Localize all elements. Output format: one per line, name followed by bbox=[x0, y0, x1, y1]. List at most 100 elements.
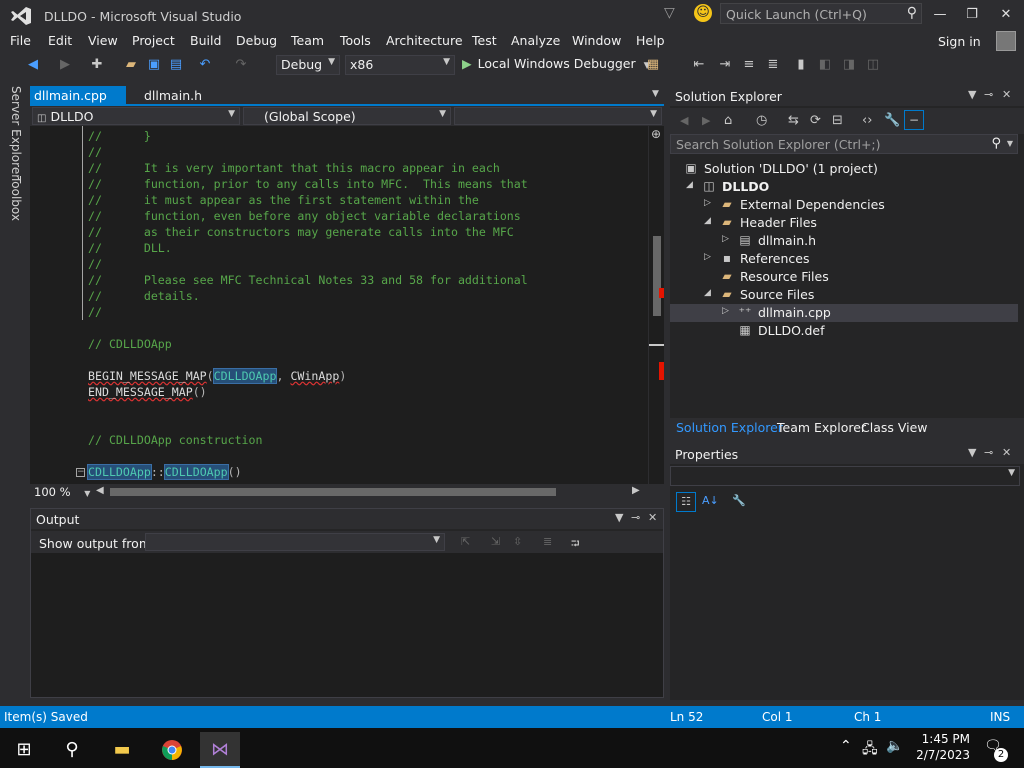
tree-item[interactable]: ▦ DLLDO.def bbox=[670, 322, 1018, 340]
property-pages-icon[interactable]: 🔧 bbox=[732, 494, 746, 507]
scroll-thumb[interactable] bbox=[653, 236, 661, 316]
tab-dllmain-h[interactable]: dllmain.h bbox=[140, 86, 206, 106]
sign-in-link[interactable]: Sign in bbox=[938, 34, 981, 49]
save-icon[interactable]: ▣ bbox=[145, 56, 163, 74]
windows-start-icon[interactable]: ⊞ bbox=[4, 732, 44, 768]
global-scope-select[interactable]: (Global Scope) ▼ bbox=[243, 107, 451, 125]
indent-icon[interactable]: ⇥ bbox=[716, 56, 734, 74]
tree-item[interactable]: ▣ Solution 'DLLDO' (1 project) bbox=[670, 160, 1018, 178]
alphabetical-icon[interactable]: A↓ bbox=[702, 494, 719, 507]
code-line[interactable]: // It is very important that this macro … bbox=[88, 160, 648, 176]
member-select[interactable]: ▼ bbox=[454, 107, 662, 125]
expanded-arrow-icon[interactable]: ◢ bbox=[686, 180, 693, 190]
uncomment-icon[interactable]: ≣ bbox=[764, 56, 782, 74]
collapse-outline-icon[interactable]: − bbox=[76, 468, 85, 477]
refresh-icon[interactable]: ⟳ bbox=[810, 113, 821, 128]
find-in-files-icon[interactable]: ▦ bbox=[644, 56, 662, 74]
tree-item[interactable]: ◢ ▰ Header Files bbox=[670, 214, 1018, 232]
step-toolbar-icon[interactable]: ⇤ bbox=[690, 56, 708, 74]
home-icon[interactable]: ⌂ bbox=[724, 113, 732, 128]
window-position-dropdown-icon[interactable]: ▼ bbox=[615, 511, 623, 524]
code-text[interactable]: // } // // It is very important that this … bbox=[87, 128, 648, 480]
menu-project[interactable]: Project bbox=[132, 33, 175, 48]
network-icon[interactable]: 🖧 bbox=[862, 738, 878, 762]
chrome-icon[interactable] bbox=[152, 732, 192, 768]
tab-team-explorer[interactable]: Team Explorer bbox=[777, 420, 866, 435]
code-line[interactable]: // function, prior to any calls into MFC… bbox=[88, 176, 648, 192]
code-line[interactable]: // DLL. bbox=[88, 240, 648, 256]
menu-tools[interactable]: Tools bbox=[340, 33, 371, 48]
code-line[interactable] bbox=[88, 416, 648, 432]
code-line[interactable]: // bbox=[88, 256, 648, 272]
clear-bookmarks-icon[interactable]: ◫ bbox=[864, 56, 882, 74]
bookmark-icon[interactable]: ▮ bbox=[792, 56, 810, 74]
comment-icon[interactable]: ≡ bbox=[740, 56, 758, 74]
navigate-back-icon[interactable]: ◀ bbox=[24, 56, 42, 74]
code-line[interactable]: // Please see MFC Technical Notes 33 and… bbox=[88, 272, 648, 288]
code-line[interactable] bbox=[88, 448, 648, 464]
restore-button[interactable]: ❐ bbox=[958, 4, 986, 26]
show-hidden-icons-icon[interactable]: ⌃ bbox=[840, 738, 852, 754]
menu-window[interactable]: Window bbox=[572, 33, 621, 48]
menu-test[interactable]: Test bbox=[472, 33, 497, 48]
pin-icon[interactable]: ⊸ bbox=[631, 511, 640, 524]
forward-icon[interactable]: ▶ bbox=[702, 114, 710, 127]
code-line[interactable]: // function, even before any object vari… bbox=[88, 208, 648, 224]
split-editor-icon[interactable]: ⊕ bbox=[651, 128, 663, 140]
account-avatar-icon[interactable] bbox=[996, 31, 1016, 51]
categorized-icon[interactable]: ☷ bbox=[676, 492, 696, 512]
find-message-icon[interactable]: ⇳ bbox=[513, 535, 522, 548]
preview-selected-items-icon[interactable]: − bbox=[904, 110, 924, 130]
code-line[interactable]: // } bbox=[88, 128, 648, 144]
feedback-smiley-icon[interactable]: ☺ bbox=[694, 4, 712, 22]
redo-icon[interactable]: ↷ bbox=[232, 56, 250, 74]
code-line[interactable]: // bbox=[88, 144, 648, 160]
collapsed-arrow-icon[interactable]: ▷ bbox=[704, 252, 711, 262]
tree-item[interactable]: ▰ Resource Files bbox=[670, 268, 1018, 286]
tree-item[interactable]: ▷ ▰ External Dependencies bbox=[670, 196, 1018, 214]
show-code-icon[interactable]: ‹› bbox=[862, 113, 872, 128]
quick-launch-input[interactable]: Quick Launch (Ctrl+Q) ⚲ bbox=[720, 3, 922, 24]
undo-icon[interactable]: ↶ bbox=[196, 56, 214, 74]
collapse-all-icon[interactable]: ⊟ bbox=[832, 113, 843, 128]
pending-changes-filter-icon[interactable]: ◷ bbox=[756, 113, 767, 128]
code-line[interactable]: END_MESSAGE_MAP() bbox=[88, 384, 648, 400]
menu-build[interactable]: Build bbox=[190, 33, 221, 48]
tree-item[interactable]: ▷ ▪ References bbox=[670, 250, 1018, 268]
new-project-icon[interactable]: ✚ bbox=[88, 56, 106, 74]
code-line[interactable]: // as their constructors may generate ca… bbox=[88, 224, 648, 240]
expanded-arrow-icon[interactable]: ◢ bbox=[704, 288, 711, 298]
tab-list-dropdown-icon[interactable]: ▼ bbox=[652, 89, 659, 99]
sync-with-active-document-icon[interactable]: ⇆ bbox=[788, 113, 799, 128]
properties-wrench-icon[interactable]: 🔧 bbox=[884, 113, 900, 128]
pin-icon[interactable]: ⊸ bbox=[984, 446, 993, 459]
expanded-arrow-icon[interactable]: ◢ bbox=[704, 216, 711, 226]
menu-architecture[interactable]: Architecture bbox=[386, 33, 463, 48]
collapsed-arrow-icon[interactable]: ▷ bbox=[722, 306, 729, 316]
file-explorer-icon[interactable]: ▬ bbox=[102, 732, 142, 768]
toolbox-tab[interactable]: Toolbox bbox=[9, 176, 23, 221]
solution-search-input[interactable]: Search Solution Explorer (Ctrl+;) ⚲ ▼ bbox=[670, 134, 1018, 154]
close-icon[interactable]: ✕ bbox=[1002, 446, 1011, 459]
tree-item[interactable]: ◢ ▰ Source Files bbox=[670, 286, 1018, 304]
server-explorer-tab[interactable]: Server Explorer bbox=[9, 86, 23, 179]
tab-dllmain-cpp[interactable]: dllmain.cpp ⊸ ✕ bbox=[30, 86, 126, 118]
zoom-level-select[interactable]: 100 % ▼ bbox=[34, 485, 90, 499]
menu-view[interactable]: View bbox=[88, 33, 118, 48]
open-file-icon[interactable]: ▰ bbox=[122, 56, 140, 74]
menu-analyze[interactable]: Analyze bbox=[511, 33, 560, 48]
volume-icon[interactable]: 🔈 bbox=[886, 738, 903, 754]
output-text-area[interactable] bbox=[31, 553, 663, 697]
scroll-right-icon[interactable]: ▶ bbox=[632, 485, 640, 496]
tab-class-view[interactable]: Class View bbox=[861, 420, 928, 435]
code-line[interactable] bbox=[88, 320, 648, 336]
menu-edit[interactable]: Edit bbox=[48, 33, 72, 48]
menu-file[interactable]: File bbox=[10, 33, 31, 48]
project-scope-select[interactable]: ◫ DLLDO ▼ bbox=[32, 107, 240, 125]
tree-item[interactable]: ▷ ▤ dllmain.h bbox=[670, 232, 1018, 250]
menu-help[interactable]: Help bbox=[636, 33, 665, 48]
solution-configuration-select[interactable]: Debug ▼ bbox=[276, 55, 340, 75]
code-line[interactable]: // CDLLDOApp construction bbox=[88, 432, 648, 448]
navigate-forward-icon[interactable]: ▶ bbox=[56, 56, 74, 74]
next-bookmark-icon[interactable]: ◨ bbox=[840, 56, 858, 74]
